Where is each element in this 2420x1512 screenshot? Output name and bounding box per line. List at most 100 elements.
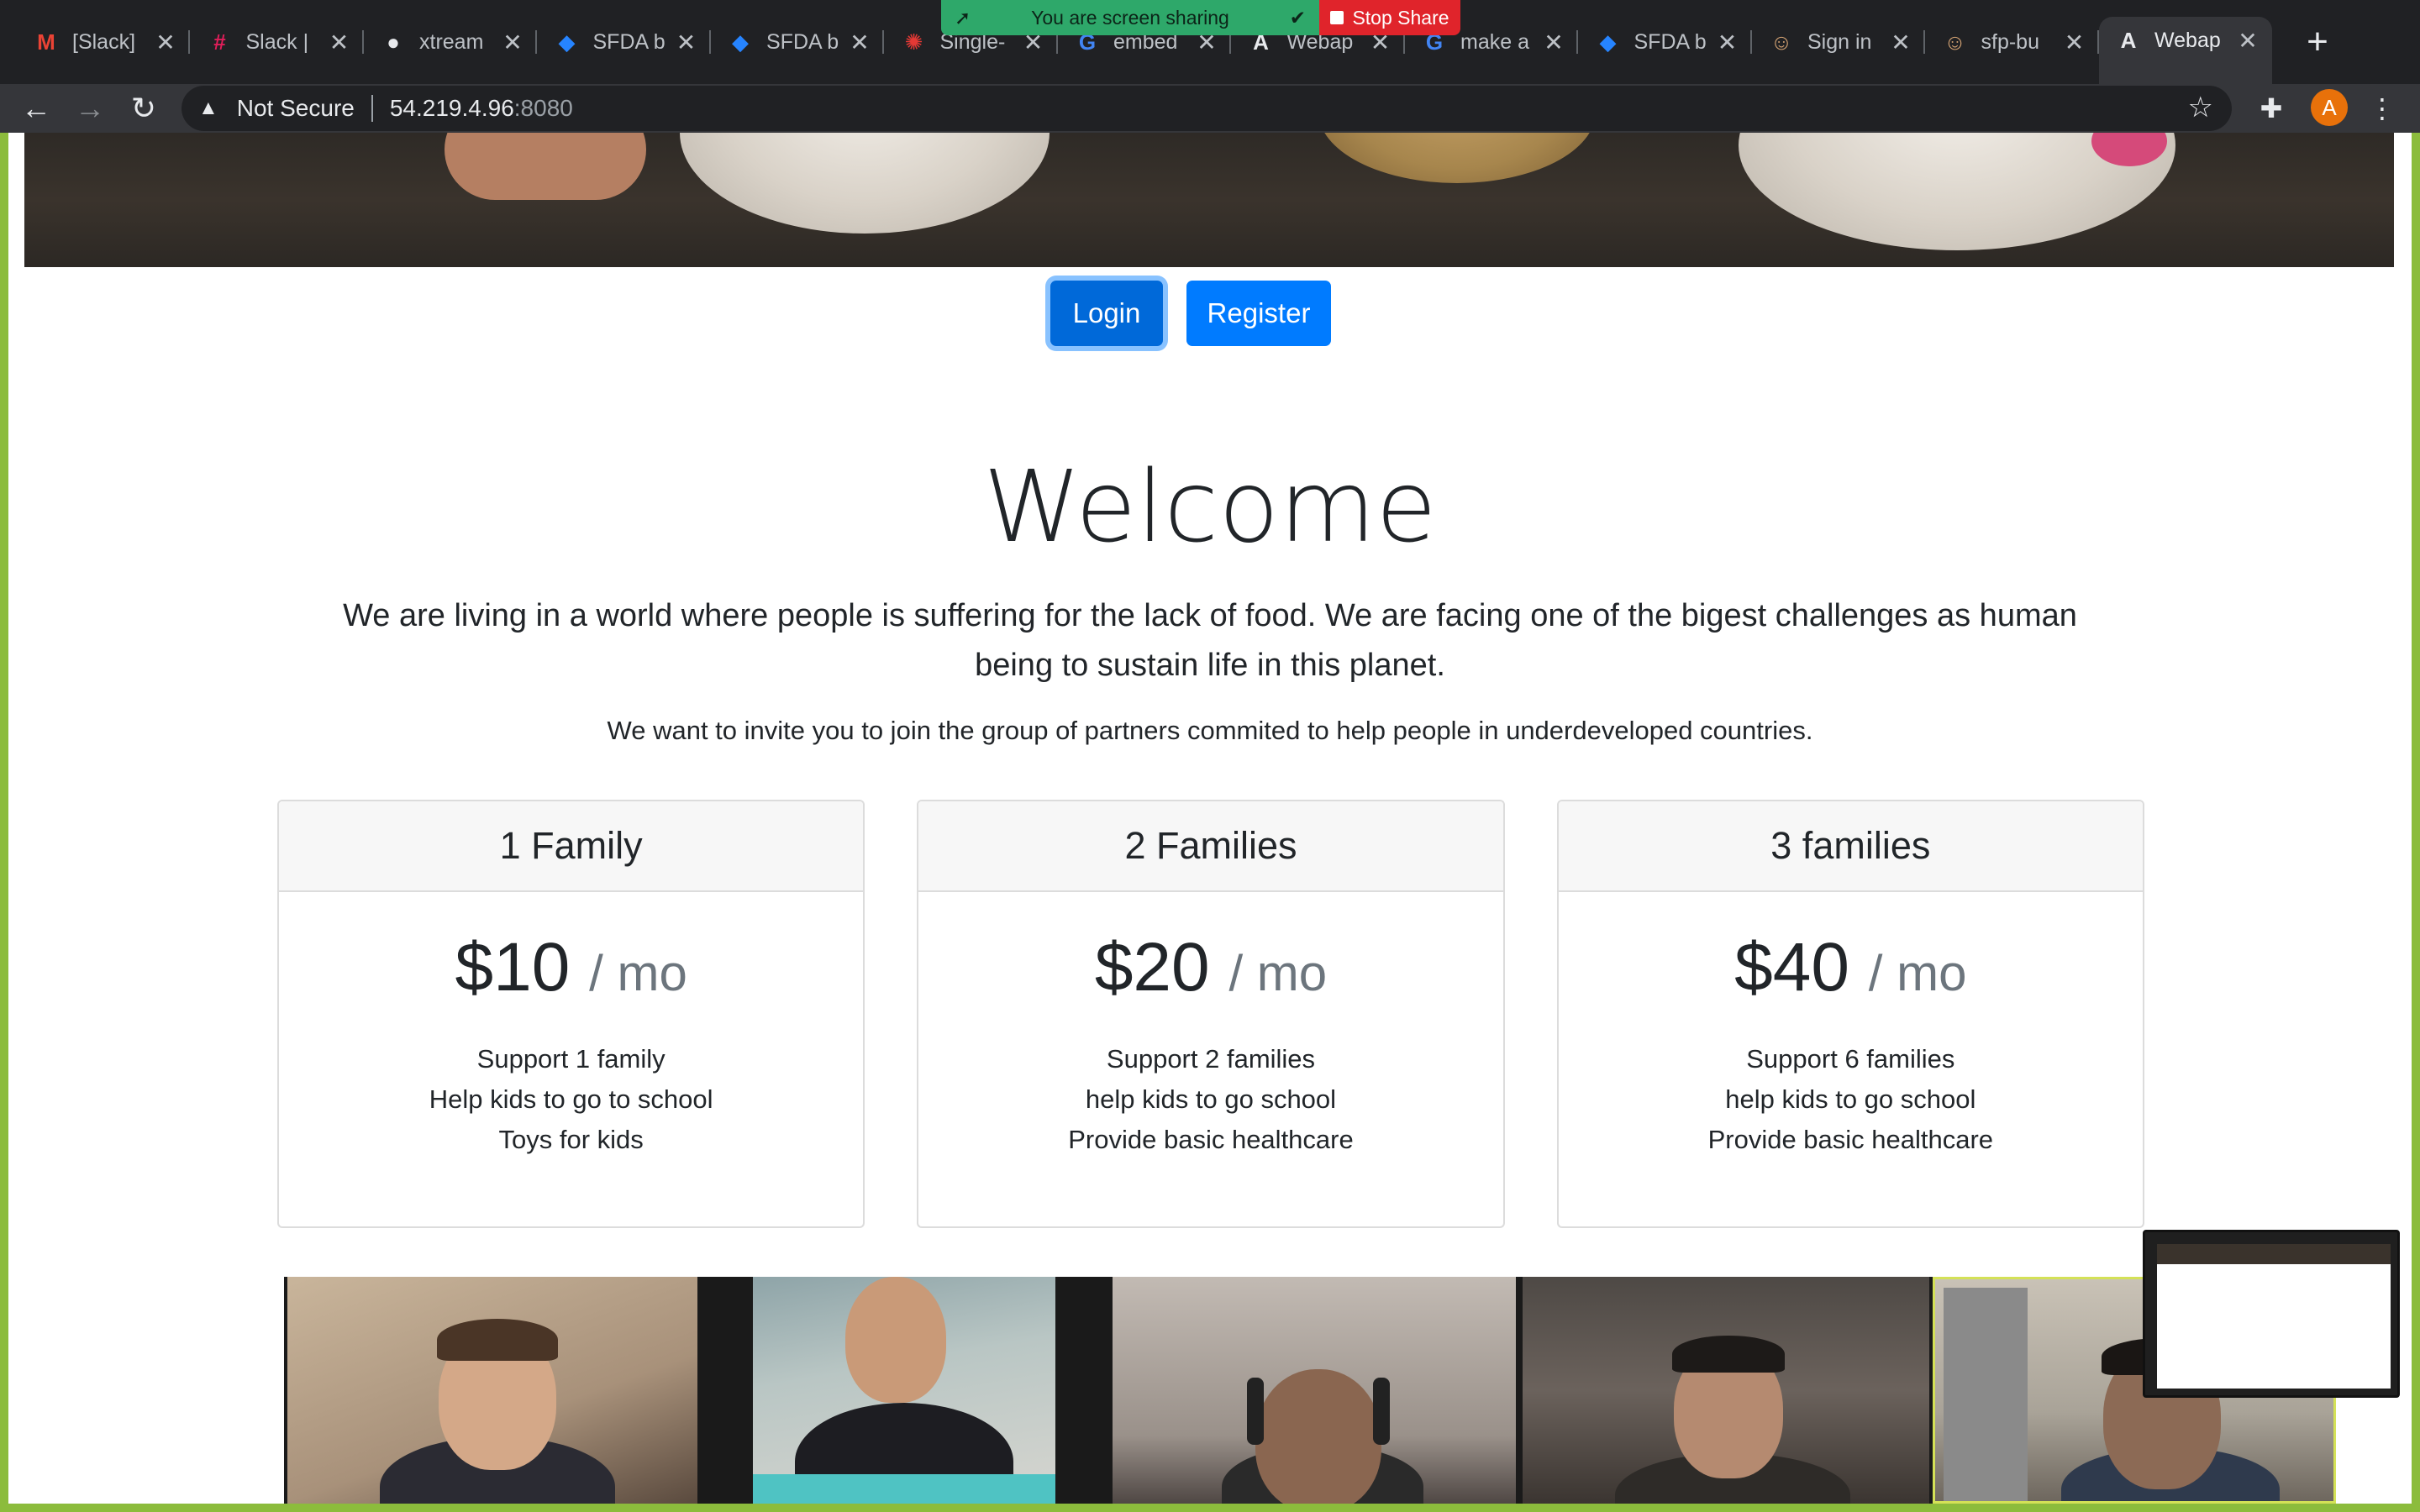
tab-title: Sign in (1807, 29, 1872, 54)
close-icon[interactable]: ✕ (2062, 29, 2087, 56)
close-icon[interactable]: ✕ (327, 29, 352, 56)
browser-tab[interactable]: ● xtream ✕ (364, 18, 537, 66)
hero-plate (1318, 133, 1596, 183)
plan-period: / mo (1868, 945, 1967, 1001)
pricing-card: 1 Family $10 / mo Support 1 family Help … (277, 800, 865, 1228)
plan-features: Support 6 families help kids to go schoo… (1559, 1039, 2143, 1160)
close-icon[interactable]: ✕ (847, 29, 872, 56)
plan-feature: Support 1 family (476, 1044, 666, 1074)
participant-hair (437, 1319, 558, 1361)
browser-tab[interactable]: ◆ SFDA b ✕ (538, 18, 711, 66)
close-icon[interactable]: ✕ (1888, 29, 1913, 56)
pricing-cards: 1 Family $10 / mo Support 1 family Help … (277, 800, 2144, 1228)
jenkins-icon: ☺ (1944, 29, 1966, 55)
plan-price: $20 / mo (918, 926, 1502, 1016)
participant-video[interactable] (1113, 1277, 1516, 1504)
tab-title: Webap (2154, 28, 2221, 52)
browser-tab[interactable]: ☺ sfp-bu ✕ (1926, 18, 2099, 66)
close-icon[interactable]: ✕ (1715, 29, 1740, 56)
screen-share-text: You are screen sharing (1031, 6, 1229, 29)
participant-desk (753, 1474, 1055, 1504)
extensions-puzzle-icon[interactable]: ✚ (2252, 89, 2291, 128)
participant-video[interactable] (287, 1277, 697, 1504)
share-arrow-icon: ➚ (955, 6, 971, 29)
plan-name: 2 Families (918, 801, 1503, 892)
tab-title: xtream (419, 29, 484, 54)
reload-icon[interactable]: ↻ (124, 89, 163, 128)
single-spa-icon: ✺ (904, 29, 923, 55)
participant-video[interactable] (1523, 1277, 1929, 1504)
plan-price-amount: $10 (455, 929, 571, 1005)
new-tab-button[interactable]: + (2294, 18, 2341, 66)
jenkins-icon: ☺ (1770, 29, 1793, 55)
browser-toolbar: ← → ↻ ▲ Not Secure 54.219.4.96:8080 ☆ ✚ … (0, 84, 2420, 133)
address-port: :8080 (513, 95, 573, 121)
close-icon[interactable]: ✕ (2235, 27, 2260, 55)
plan-feature: Help kids to go to school (429, 1084, 713, 1114)
jira-icon: ◆ (732, 29, 749, 55)
participant-face (1255, 1369, 1381, 1504)
plan-feature: Support 2 families (1106, 1044, 1316, 1074)
warning-icon: ▲ (198, 97, 218, 119)
screen-share-bar: ➚ You are screen sharing ✔ Stop Share (941, 0, 1460, 35)
profile-avatar[interactable]: A (2311, 89, 2348, 126)
plan-period: / mo (589, 945, 687, 1001)
video-participant-strip (284, 1277, 2336, 1504)
register-button[interactable]: Register (1186, 281, 1331, 346)
browser-tab[interactable]: ◆ SFDA b ✕ (711, 18, 884, 66)
address-divider (371, 95, 373, 122)
hero-hand (445, 133, 646, 200)
plan-features: Support 1 family Help kids to go to scho… (279, 1039, 863, 1160)
jira-icon: ◆ (1599, 29, 1617, 55)
menu-kebab-icon[interactable]: ⋮ (2363, 89, 2402, 128)
plan-price: $40 / mo (1559, 926, 2143, 1016)
browser-tab[interactable]: ☺ Sign in ✕ (1752, 18, 1925, 66)
close-icon[interactable]: ✕ (674, 29, 699, 56)
participant-video[interactable] (753, 1277, 1055, 1504)
browser-tab[interactable]: ◆ SFDA b ✕ (1579, 18, 1752, 66)
hero-image (24, 133, 2394, 267)
bookmark-star-icon[interactable]: ☆ (2188, 91, 2213, 124)
slack-icon: # (213, 29, 226, 55)
jira-icon: ◆ (558, 29, 576, 55)
browser-tab[interactable]: A Webap ✕ (2099, 17, 2272, 84)
github-icon: ● (387, 29, 400, 55)
plan-price-amount: $40 (1734, 929, 1849, 1005)
browser-tab[interactable]: M [Slack] ✕ (17, 18, 190, 66)
plan-price-amount: $20 (1094, 929, 1210, 1005)
browser-tab[interactable]: # Slack | ✕ (191, 18, 364, 66)
forward-arrow-icon[interactable]: → (71, 89, 109, 128)
hero-plate (680, 133, 1050, 234)
address-bar[interactable]: ▲ Not Secure 54.219.4.96:8080 ☆ (182, 86, 2232, 131)
tab-title: SFDA b (1634, 29, 1707, 54)
address-host: 54.219.4.96 (389, 95, 514, 121)
plan-features: Support 2 families help kids to go schoo… (918, 1039, 1502, 1160)
welcome-invite: We want to invite you to join the group … (607, 716, 1813, 745)
tab-title: make a (1460, 29, 1529, 54)
share-preview-thumbnail[interactable] (2143, 1230, 2400, 1398)
welcome-lead: We are living in a world where people is… (343, 598, 2077, 683)
close-icon[interactable]: ✕ (153, 29, 178, 56)
plan-feature: help kids to go school (1085, 1084, 1337, 1114)
back-arrow-icon[interactable]: ← (17, 89, 55, 128)
plan-price: $10 / mo (279, 926, 863, 1016)
stop-share-label: Stop Share (1352, 6, 1449, 29)
close-icon[interactable]: ✕ (1541, 29, 1566, 56)
pricing-card: 2 Families $20 / mo Support 2 families h… (917, 800, 1505, 1228)
plan-feature: Support 6 families (1746, 1044, 1955, 1074)
auth-buttons: Login Register (8, 281, 2412, 346)
plan-feature: Provide basic healthcare (1707, 1125, 1994, 1154)
share-preview-screen (2157, 1244, 2391, 1389)
welcome-section: Welcome We are living in a world where p… (8, 444, 2412, 746)
angular-icon: A (2120, 27, 2137, 53)
plan-feature: Toys for kids (498, 1125, 644, 1154)
login-button[interactable]: Login (1050, 281, 1163, 346)
tab-title: sfp-bu (1981, 29, 2039, 54)
browser-chrome: M [Slack] ✕ # Slack | ✕ ● xtream ✕ ◆ SFDA b ✕ ◆ SFDA … (0, 0, 2420, 133)
tab-title: Slack | (245, 29, 309, 54)
security-status: Not Secure (236, 95, 355, 121)
stop-share-button[interactable]: Stop Share (1319, 0, 1460, 35)
tab-title: [Slack] (72, 29, 136, 54)
close-icon[interactable]: ✕ (500, 29, 525, 56)
stop-icon (1330, 11, 1344, 24)
